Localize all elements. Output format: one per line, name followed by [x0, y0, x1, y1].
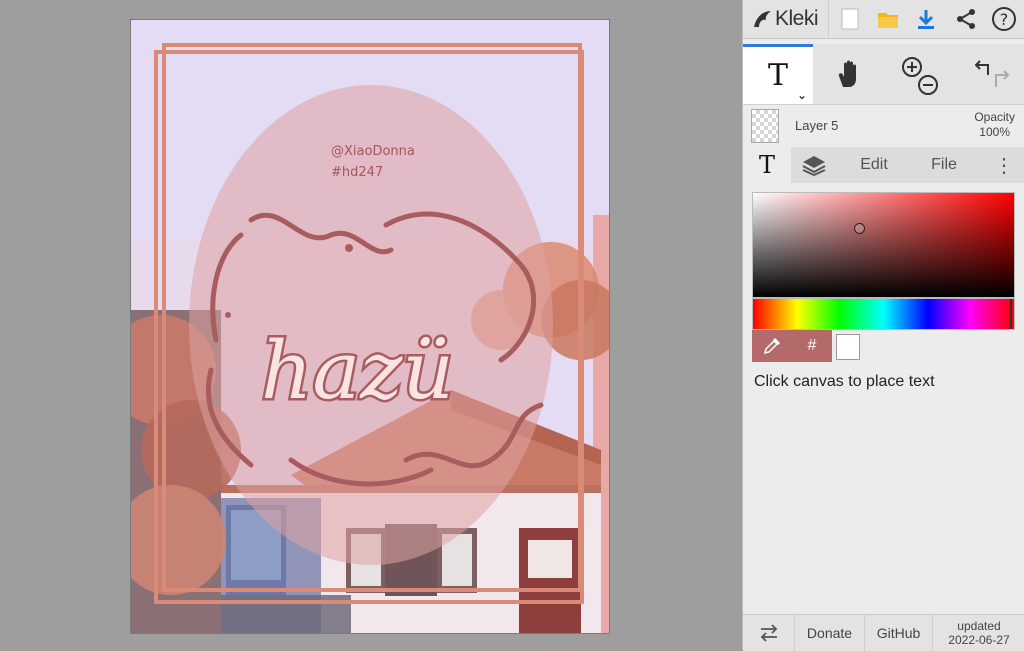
hex-input-button[interactable]: # — [792, 330, 832, 362]
eyedropper-icon — [763, 337, 781, 355]
more-menu-icon[interactable]: ⋮ — [987, 147, 1021, 183]
color-tools: # — [752, 330, 832, 362]
svg-text:hazü: hazü — [261, 324, 454, 417]
artwork: @XiaoDonna #hd247 hazü — [131, 20, 609, 633]
tab-text-tool[interactable]: T — [743, 147, 791, 183]
kleki-logo-icon — [754, 11, 771, 27]
undo-icon[interactable] — [974, 60, 989, 75]
tab-edit[interactable]: Edit — [843, 147, 905, 183]
swap-arrows-icon — [760, 624, 777, 642]
canvas-workspace[interactable]: @XiaoDonna #hd247 hazü — [0, 0, 742, 650]
new-image-icon[interactable] — [835, 4, 865, 34]
kleki-logo[interactable]: Kleki — [743, 0, 829, 38]
zoom-in-icon[interactable] — [902, 57, 922, 77]
tool-row: T ⌄ — [743, 44, 1024, 105]
share-icon[interactable] — [951, 4, 981, 34]
redo-icon[interactable] — [995, 70, 1010, 87]
layer-name: Layer 5 — [795, 118, 839, 133]
text-tool-button[interactable]: T ⌄ — [743, 44, 813, 104]
hand-icon — [838, 60, 856, 87]
download-icon[interactable] — [911, 4, 941, 34]
help-icon[interactable]: ? — [989, 4, 1019, 34]
svg-text:@XiaoDonna: @XiaoDonna — [331, 144, 415, 159]
layer-opacity[interactable]: Opacity 100% — [974, 110, 1015, 140]
secondary-color-swatch[interactable] — [836, 334, 860, 360]
swap-ui-side-button[interactable] — [743, 615, 795, 651]
text-tool-icon: T — [767, 58, 788, 93]
tab-file[interactable]: File — [913, 147, 975, 183]
text-tool-hint: Click canvas to place text — [754, 373, 935, 390]
layer-row[interactable]: Layer 5 Opacity 100% — [743, 105, 1024, 147]
app-name: Kleki — [775, 7, 819, 30]
zoom-out-icon[interactable] — [918, 75, 938, 95]
hue-slider[interactable] — [752, 298, 1015, 330]
github-link[interactable]: GitHub — [865, 615, 933, 651]
layer-thumbnail[interactable] — [751, 109, 779, 143]
svg-text:?: ? — [1000, 10, 1009, 29]
eyedropper-button[interactable] — [752, 330, 792, 362]
open-folder-icon[interactable] — [873, 4, 903, 34]
zoom-buttons — [885, 44, 955, 104]
top-toolbar: Kleki ? — [743, 0, 1024, 39]
updated-label: updated — [957, 619, 1001, 633]
drawing-canvas[interactable]: @XiaoDonna #hd247 hazü — [130, 19, 610, 634]
hand-tool-button[interactable] — [813, 44, 885, 104]
side-panel: Kleki ? T ⌄ Layer 5 Opacity 100% T Edit … — [742, 0, 1024, 651]
updated-date: 2022-06-27 — [948, 633, 1010, 647]
layers-icon — [802, 156, 826, 176]
panel-tabs: T Edit File ⋮ — [743, 147, 1024, 183]
opacity-value: 100% — [979, 125, 1010, 139]
updated-info[interactable]: updated 2022-06-27 — [933, 615, 1024, 651]
color-picker-cursor[interactable] — [854, 223, 865, 234]
color-saturation-picker[interactable] — [752, 192, 1015, 298]
svg-text:#hd247: #hd247 — [331, 165, 383, 180]
donate-link[interactable]: Donate — [795, 615, 865, 651]
footer-bar: Donate GitHub updated 2022-06-27 — [743, 614, 1024, 651]
opacity-label: Opacity — [974, 110, 1015, 124]
hue-slider-handle[interactable] — [1010, 299, 1012, 329]
chevron-down-icon[interactable]: ⌄ — [797, 88, 807, 102]
tab-layers[interactable] — [791, 147, 837, 183]
undo-redo-buttons — [955, 44, 1024, 104]
